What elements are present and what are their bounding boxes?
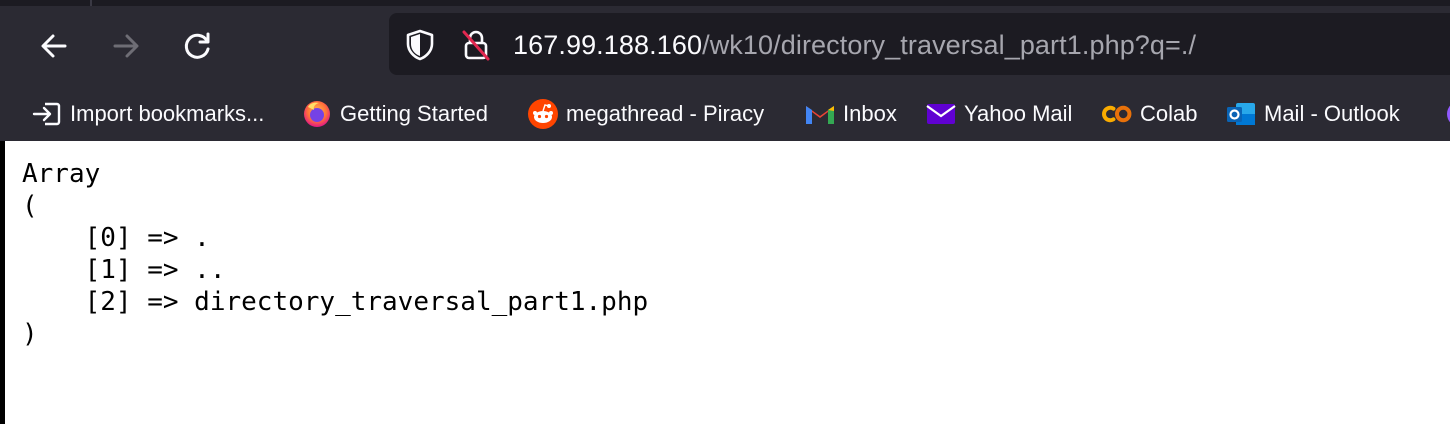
- output-line: [2] => directory_traversal_part1.php: [22, 287, 649, 317]
- reddit-icon: [527, 98, 559, 130]
- bookmarks-toolbar: Import bookmarks... Getting Started mega…: [0, 94, 1450, 134]
- output-line: (: [22, 191, 38, 221]
- arrow-left-icon: [37, 29, 71, 63]
- bookmark-getting-started[interactable]: Getting Started: [301, 97, 488, 131]
- forward-button[interactable]: [106, 26, 146, 66]
- colab-icon: [1101, 98, 1133, 130]
- bookmark-import[interactable]: Import bookmarks...: [31, 97, 264, 131]
- bookmark-overflow-icon: [1438, 98, 1450, 130]
- bookmark-label: Yahoo Mail: [964, 101, 1073, 126]
- page-content: Array ( [0] => . [1] => .. [2] => direct…: [0, 141, 1450, 424]
- tab-strip: [0, 0, 1450, 6]
- outlook-icon: [1225, 98, 1257, 130]
- browser-chrome: 167.99.188.160/wk10/directory_traversal_…: [0, 0, 1450, 141]
- url-host: 167.99.188.160: [513, 30, 703, 60]
- import-icon: [31, 98, 63, 130]
- bookmark-label: Colab: [1140, 101, 1198, 126]
- left-edge-border: [0, 141, 5, 424]
- bookmark-mail-outlook[interactable]: Mail - Outlook: [1225, 97, 1400, 131]
- output-line: [0] => .: [22, 223, 210, 253]
- output-line: Array: [22, 159, 101, 189]
- reload-icon: [181, 29, 215, 63]
- bookmark-yahoo-mail[interactable]: Yahoo Mail: [925, 97, 1072, 131]
- bookmark-label: megathread - Piracy: [566, 101, 765, 126]
- yahoo-mail-icon: [925, 98, 957, 130]
- php-array-output: Array ( [0] => . [1] => .. [2] => direct…: [22, 158, 648, 350]
- output-line: [1] => ..: [22, 255, 226, 285]
- output-line: ): [22, 319, 38, 349]
- bookmark-colab[interactable]: Colab: [1101, 97, 1197, 131]
- url-path: /wk10/directory_traversal_part1.php?q=./: [702, 30, 1197, 60]
- url-text[interactable]: 167.99.188.160/wk10/directory_traversal_…: [513, 29, 1196, 61]
- arrow-right-icon: [109, 29, 143, 63]
- bookmark-overflow-item[interactable]: [1438, 97, 1450, 131]
- gmail-icon: [804, 98, 836, 130]
- shield-icon[interactable]: [405, 29, 435, 66]
- bookmark-megathread[interactable]: megathread - Piracy: [527, 97, 764, 131]
- firefox-icon: [301, 98, 333, 130]
- back-button[interactable]: [34, 26, 74, 66]
- bookmark-label: Mail - Outlook: [1264, 101, 1400, 126]
- address-bar[interactable]: 167.99.188.160/wk10/directory_traversal_…: [389, 13, 1450, 75]
- reload-button[interactable]: [178, 26, 218, 66]
- tab-divider: [90, 0, 92, 6]
- bookmark-inbox[interactable]: Inbox: [804, 97, 897, 131]
- bookmark-label: Getting Started: [340, 101, 488, 126]
- bookmark-label: Inbox: [843, 101, 897, 126]
- bookmark-label: Import bookmarks...: [70, 101, 265, 126]
- insecure-lock-icon[interactable]: [461, 28, 491, 67]
